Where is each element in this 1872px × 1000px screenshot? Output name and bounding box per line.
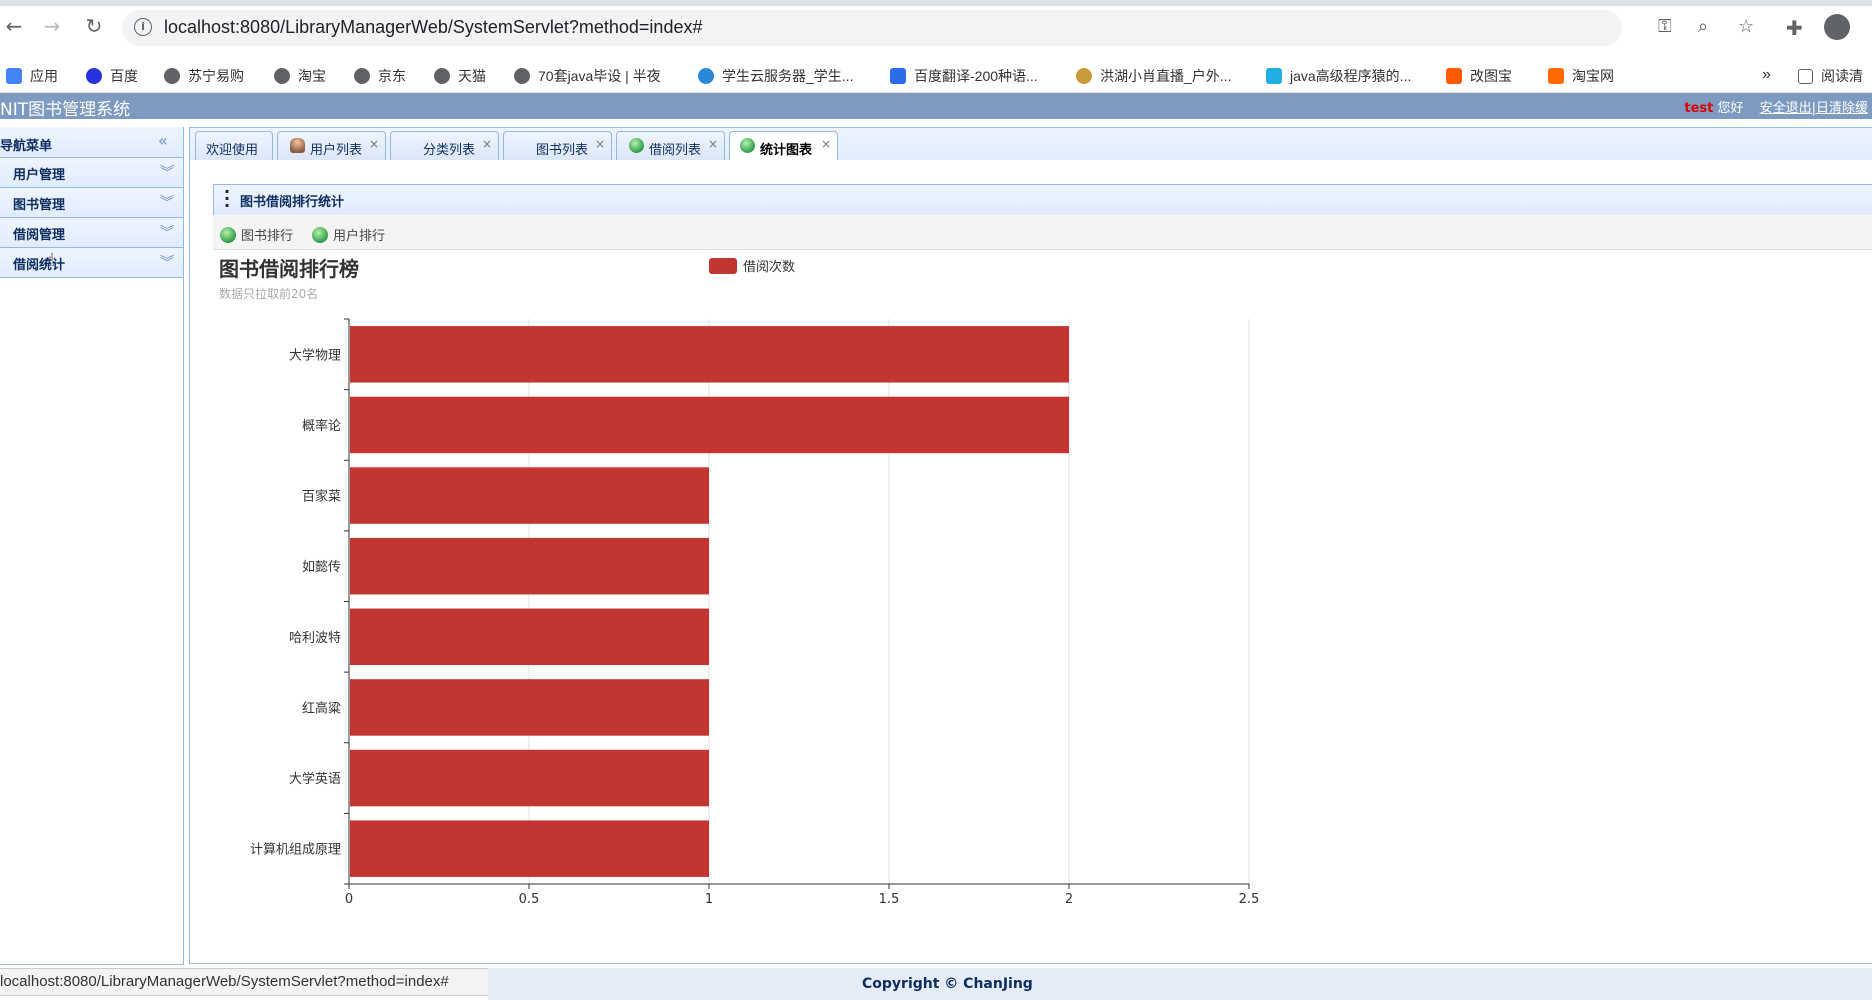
bar-chart: 0 0.5 1 1.5 2 2.5 大学物理概率论百家菜如懿传哈利波特红高粱大学英语计算机组… (250, 318, 1260, 907)
bar (350, 679, 709, 736)
category-label: 哈利波特 (289, 631, 341, 646)
bar (350, 467, 709, 524)
category-label: 百家菜 (302, 489, 341, 505)
bar (350, 749, 709, 807)
x-tick-label: 0.5 (519, 892, 540, 907)
category-label: 大学英语 (289, 771, 341, 787)
x-tick-label: 0 (345, 892, 353, 907)
category-label: 概率论 (302, 418, 341, 434)
x-tick-label: 2.5 (1239, 892, 1260, 907)
x-tick-label: 1 (705, 892, 713, 907)
status-url: localhost:8080/LibraryManagerWeb/SystemS… (0, 973, 449, 990)
bar (350, 396, 1069, 454)
x-tick-label: 1.5 (879, 892, 900, 907)
bar (350, 608, 709, 666)
bar (350, 820, 709, 877)
category-label: 如懿传 (302, 559, 341, 575)
category-label: 计算机组成原理 (250, 843, 341, 858)
copyright: Copyright © ChanJing (862, 976, 1033, 992)
bar (350, 537, 709, 595)
x-tick-label: 2 (1065, 892, 1073, 907)
bar (350, 326, 1069, 383)
footer (488, 968, 1872, 1000)
category-label: 大学物理 (289, 347, 341, 363)
category-label: 红高粱 (302, 700, 341, 716)
